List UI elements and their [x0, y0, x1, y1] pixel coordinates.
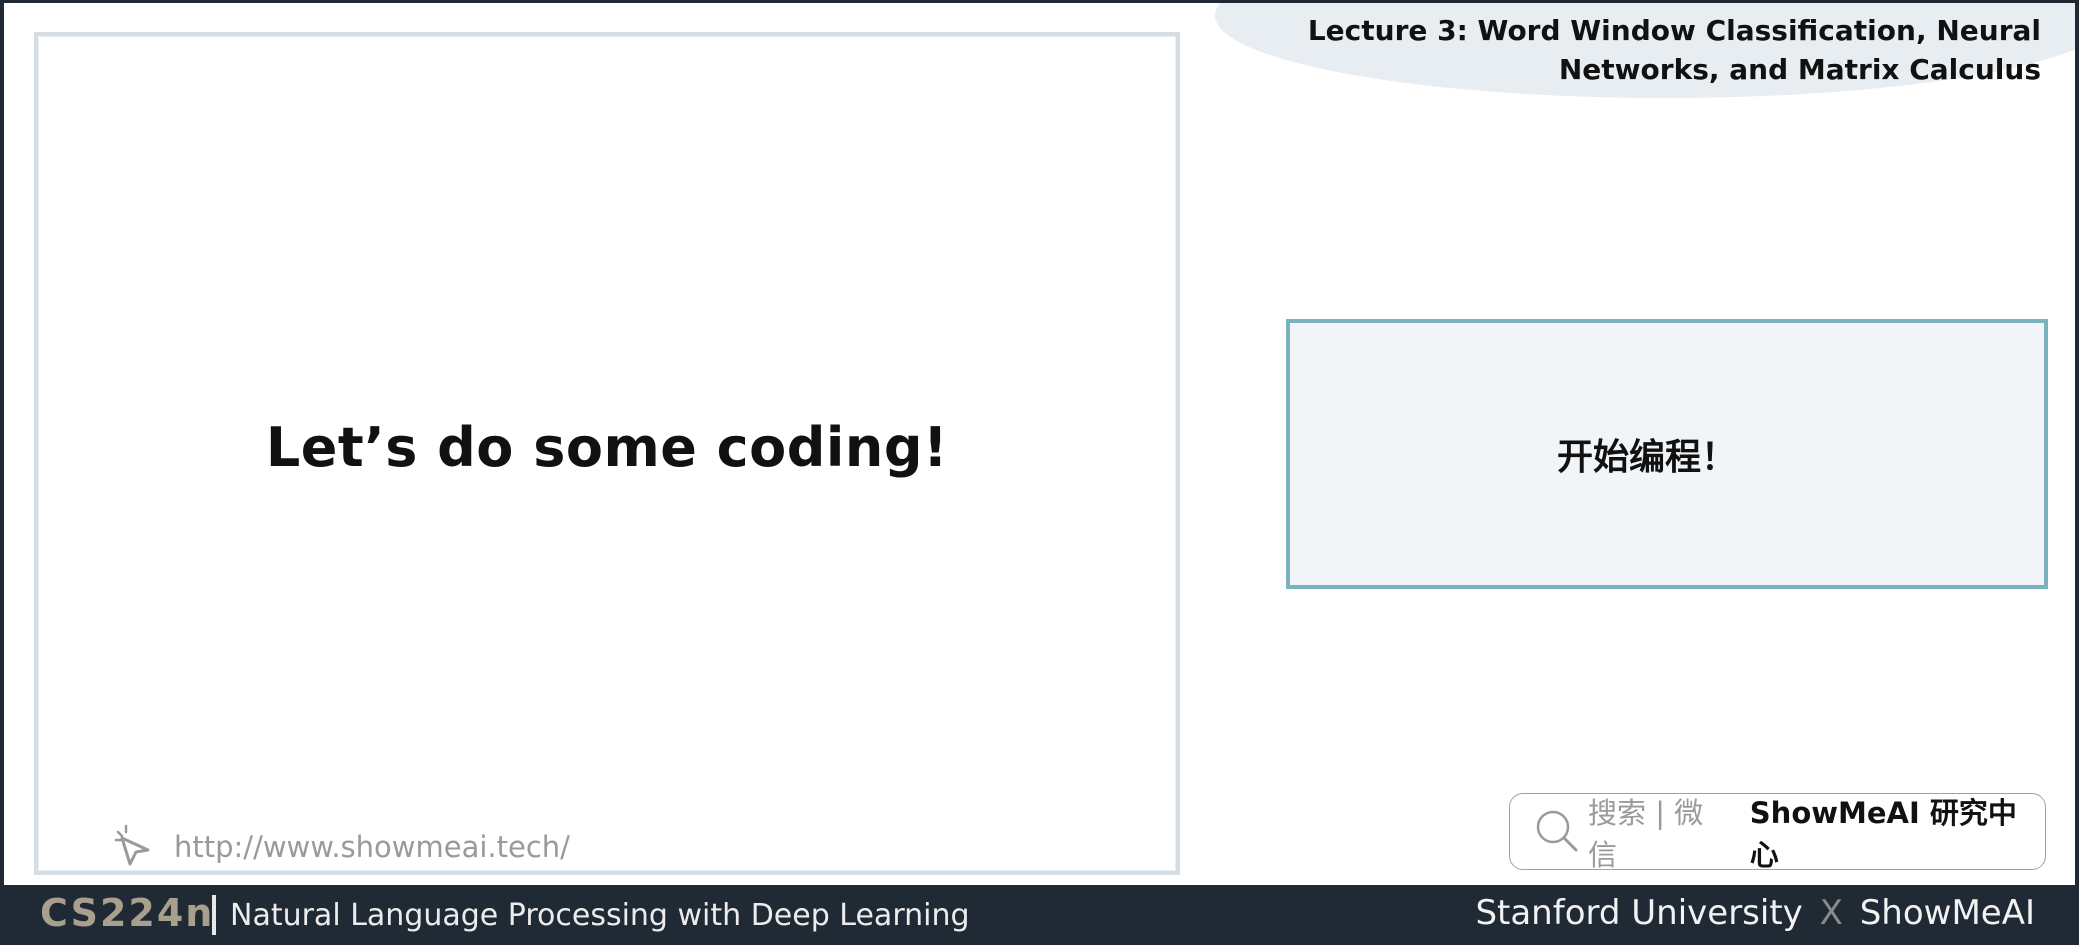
search-icon	[1532, 806, 1580, 858]
slide-frame: Lecture 3: Word Window Classification, N…	[0, 0, 2079, 945]
course-name: Natural Language Processing with Deep Le…	[230, 898, 970, 933]
lecture-title-line-2: Networks, and Matrix Calculus	[1558, 53, 2041, 86]
credit-university: Stanford University	[1475, 893, 1803, 933]
search-badge[interactable]: 搜索 | 微信 ShowMeAI 研究中心	[1509, 793, 2046, 872]
page: Lecture 3: Word Window Classification, N…	[4, 3, 2075, 885]
credit-brand: ShowMeAI	[1859, 893, 2035, 933]
cursor-click-icon	[114, 824, 160, 870]
embedded-slide: Let’s do some coding! http://www.showmea…	[34, 32, 1180, 875]
search-brand: ShowMeAI 研究中心	[1749, 795, 2017, 872]
lecture-title: Lecture 3: Word Window Classification, N…	[1141, 11, 2041, 89]
footer-credit: Stanford University X ShowMeAI	[1475, 893, 2035, 933]
watermark-url[interactable]: http://www.showmeai.tech/	[174, 830, 570, 864]
credit-separator: X	[1819, 893, 1843, 933]
translation-box: 开始编程！	[1286, 319, 2048, 589]
course-code: CS224n	[40, 891, 215, 935]
footer-divider	[212, 895, 216, 935]
slide-heading: Let’s do some coding!	[265, 416, 949, 479]
watermark: http://www.showmeai.tech/	[114, 822, 570, 872]
lecture-title-line-1: Lecture 3: Word Window Classification, N…	[1307, 14, 2041, 47]
footer-bar: CS224n Natural Language Processing with …	[0, 885, 2079, 945]
translation-text: 开始编程！	[1556, 437, 1737, 478]
search-hint: 搜索 | 微信	[1588, 795, 1704, 872]
